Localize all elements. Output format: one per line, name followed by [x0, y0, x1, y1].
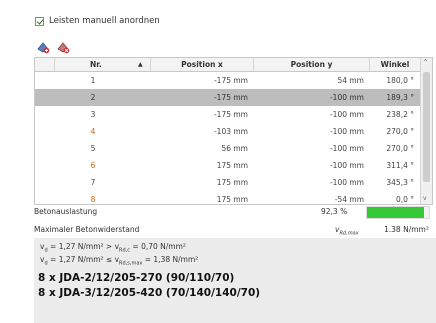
cell-position-y: -100 mm [329, 127, 364, 136]
table-row[interactable]: 6 175 mm -100 mm 311,4 ° [35, 157, 420, 174]
cell-nr: 6 [90, 161, 96, 170]
table-row[interactable]: 4 -103 mm -100 mm 270,0 ° [35, 123, 420, 140]
result-line-2: 8 x JDA-3/12/205-420 (70/140/140/70) [38, 287, 261, 299]
table-scrollbar[interactable]: ^ v [420, 58, 432, 204]
cell-nr: 5 [90, 144, 96, 153]
eq1-b-sub: Rd,c [119, 247, 131, 254]
widerstand-symbol-sub: Rd,max [339, 230, 359, 237]
cell-winkel: 270,0 ° [386, 144, 414, 153]
eq2-b: = 1,27 N/mm² ≤ v [47, 255, 120, 264]
header-spacer [35, 58, 55, 71]
table-row[interactable]: 5 56 mm -100 mm 270,0 ° [35, 140, 420, 157]
header-position-y[interactable]: Position y [254, 58, 370, 71]
result-line-1: 8 x JDA-2/12/205-270 (90/110/70) [38, 272, 235, 284]
cell-position-y: -100 mm [329, 178, 364, 187]
cell-position-y: -100 mm [329, 93, 364, 102]
cell-position-y: 54 mm [337, 76, 364, 85]
cell-winkel: 270,0 ° [386, 127, 414, 136]
cell-position-y: -54 mm [334, 195, 364, 204]
betonauslastung-value: 92,3 % [321, 207, 348, 216]
betonauslastung-label: Betonauslastung [34, 207, 98, 216]
check-line-1: vd = 1,27 N/mm² > vRd,c = 0,70 N/mm² [40, 242, 186, 254]
manual-arrange-label: Leisten manuell anordnen [49, 16, 160, 26]
cell-position-x: -103 mm [213, 127, 248, 136]
cell-nr: 4 [90, 127, 96, 136]
eq1-b: = 1,27 N/mm² > v [47, 242, 120, 251]
widerstand-label: Maximaler Betonwiderstand [34, 225, 140, 234]
cell-position-x: -175 mm [213, 110, 248, 119]
cell-position-y: -100 mm [329, 144, 364, 153]
table-row[interactable]: 1 -175 mm 54 mm 180,0 ° [35, 72, 420, 89]
check-line-2: vd = 1,27 N/mm² ≤ vRd,s,max = 1,38 N/mm² [40, 255, 198, 267]
header-nr[interactable]: Nr. ▲ [55, 58, 151, 71]
table-row[interactable]: 8 175 mm -54 mm 0,0 ° [35, 191, 420, 204]
table-header: Nr. ▲ Position x Position y Winkel [35, 58, 420, 72]
cell-position-x: 175 mm [216, 195, 248, 204]
header-winkel[interactable]: Winkel [370, 58, 420, 71]
cell-position-x: 175 mm [216, 161, 248, 170]
widerstand-symbol: vRd,max [335, 225, 359, 237]
widerstand-value: 1.38 N/mm² [384, 225, 429, 234]
cell-position-x: -175 mm [213, 93, 248, 102]
scroll-down-icon[interactable]: v [423, 195, 427, 203]
cell-position-y: -100 mm [329, 161, 364, 170]
positions-table[interactable]: Nr. ▲ Position x Position y Winkel 1 -175… [34, 57, 433, 205]
cell-winkel: 238,2 ° [386, 110, 414, 119]
cell-nr: 3 [90, 110, 96, 119]
table-row[interactable]: 2 -175 mm -100 mm 189,3 ° [35, 89, 420, 106]
cell-position-x: 56 mm [221, 144, 248, 153]
utilization-bar-fill [367, 207, 425, 218]
utilization-bar [366, 206, 430, 219]
cell-position-y: -100 mm [329, 110, 364, 119]
sort-ascending-icon: ▲ [138, 61, 143, 68]
eq2-b-sub: Rd,s,max [119, 260, 143, 267]
cell-nr: 8 [90, 195, 96, 204]
result-info-panel: vd = 1,27 N/mm² > vRd,c = 0,70 N/mm² vd … [34, 238, 436, 323]
manual-arrange-option[interactable]: Leisten manuell anordnen [35, 14, 160, 28]
cell-winkel: 311,4 ° [386, 161, 414, 170]
add-row-icon[interactable] [36, 39, 50, 54]
eq2-c: = 1,38 N/mm² [142, 255, 199, 264]
cell-nr: 1 [90, 76, 96, 85]
cell-winkel: 189,3 ° [386, 93, 414, 102]
cell-position-x: -175 mm [213, 76, 248, 85]
cell-nr: 2 [90, 93, 96, 102]
manual-arrange-checkbox[interactable] [35, 16, 44, 26]
cell-nr: 7 [90, 178, 96, 187]
header-position-x[interactable]: Position x [151, 58, 254, 71]
scrollbar-thumb[interactable] [423, 72, 430, 182]
eq1-c: = 0,70 N/mm² [130, 242, 186, 251]
cell-winkel: 345,3 ° [386, 178, 414, 187]
scroll-up-icon[interactable]: ^ [423, 59, 428, 67]
header-nr-label: Nr. [90, 60, 102, 69]
cell-winkel: 0,0 ° [395, 195, 414, 204]
cell-position-x: 175 mm [216, 178, 248, 187]
table-row[interactable]: 3 -175 mm -100 mm 238,2 ° [35, 106, 420, 123]
cell-winkel: 180,0 ° [386, 76, 414, 85]
delete-row-icon[interactable] [56, 39, 70, 54]
table-row[interactable]: 7 175 mm -100 mm 345,3 ° [35, 174, 420, 191]
